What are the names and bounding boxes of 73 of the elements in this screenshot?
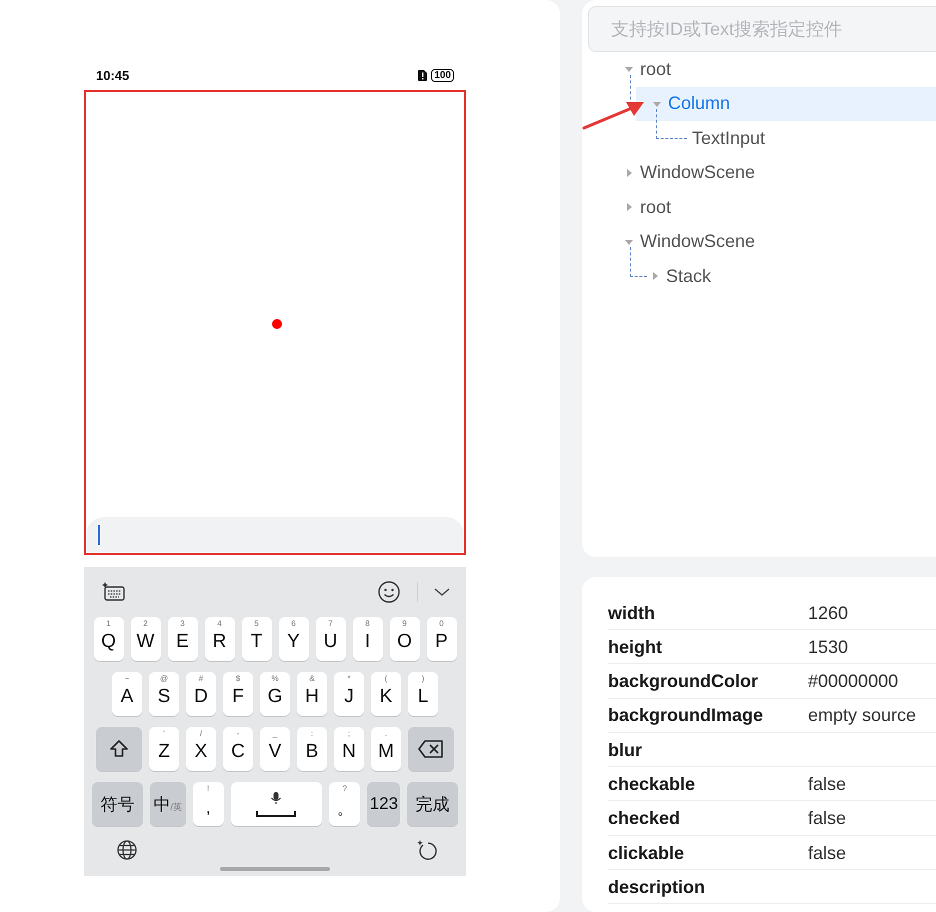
letter-key[interactable]: 7 U: [316, 617, 346, 661]
letter-key[interactable]: 5 T: [242, 617, 272, 661]
letter-key[interactable]: / X: [186, 727, 216, 771]
tree-connector: [630, 247, 647, 277]
collapse-chevron-icon[interactable]: [434, 587, 450, 597]
property-name: height: [608, 636, 663, 658]
letter-key[interactable]: - C: [223, 727, 253, 771]
letter-key[interactable]: 1 Q: [94, 617, 124, 661]
letter-key[interactable]: $ F: [223, 672, 253, 716]
property-name: checked: [608, 808, 682, 830]
letter-key[interactable]: # D: [186, 672, 216, 716]
shift-key[interactable]: [96, 727, 142, 771]
shift-icon: [109, 739, 129, 759]
lang-key[interactable]: 中/英: [150, 782, 186, 826]
letter-key[interactable]: ' Z: [149, 727, 179, 771]
tree-row[interactable]: TextInput: [588, 121, 936, 156]
letter-key[interactable]: 9 O: [390, 617, 420, 661]
punct-key[interactable]: ? 。: [329, 782, 360, 826]
backspace-key[interactable]: [408, 727, 454, 771]
search-field[interactable]: 支持按ID或Text搜索指定控件: [588, 6, 936, 52]
property-name: clickable: [608, 842, 686, 864]
letter-key[interactable]: _ V: [260, 727, 290, 771]
text-input-field[interactable]: [86, 517, 464, 553]
space-key[interactable]: [230, 782, 322, 826]
property-name: checkable: [608, 774, 696, 795]
property-value: false: [808, 774, 846, 795]
property-value: empty source: [808, 705, 916, 726]
property-value: #00000000: [808, 671, 898, 692]
letter-key[interactable]: ; N: [334, 727, 364, 771]
property-name: description: [608, 876, 706, 898]
battery-indicator: 100: [431, 68, 454, 82]
letter-key[interactable]: 3 E: [168, 617, 198, 661]
numbers-key[interactable]: 123: [367, 782, 400, 826]
touch-point-marker: [272, 319, 282, 329]
letter-key[interactable]: 4 R: [204, 617, 234, 661]
property-value: false: [808, 842, 846, 864]
letter-key[interactable]: ( K: [371, 672, 401, 716]
undo-sparkle-icon[interactable]: [416, 839, 438, 861]
property-value: 1260: [808, 602, 848, 624]
tree-row[interactable]: root: [588, 190, 936, 224]
status-time: 10:45: [96, 68, 130, 82]
selected-tree-row[interactable]: Column: [636, 86, 936, 121]
letter-key[interactable]: 8 I: [352, 617, 382, 661]
symbols-key[interactable]: 符号: [92, 782, 143, 826]
letter-key[interactable]: : B: [297, 727, 327, 771]
letter-key[interactable]: & H: [297, 672, 327, 716]
property-name: backgroundColor: [608, 671, 760, 692]
property-name: width: [608, 602, 656, 624]
tree-connector: [656, 109, 687, 139]
letter-key[interactable]: % G: [260, 672, 290, 716]
letter-key[interactable]: 0 P: [426, 617, 456, 661]
letter-key[interactable]: 2 W: [130, 617, 160, 661]
property-value: false: [808, 808, 846, 830]
tree-row[interactable]: root: [588, 52, 936, 86]
done-key[interactable]: 完成: [407, 782, 458, 826]
property-value: 1530: [808, 636, 848, 658]
letter-key[interactable]: ~ A: [112, 672, 142, 716]
letter-key[interactable]: . M: [371, 727, 401, 771]
property-name: backgroundImage: [608, 705, 764, 726]
backspace-icon: [418, 740, 444, 758]
letter-key[interactable]: @ S: [149, 672, 179, 716]
tree-row[interactable]: WindowScene: [588, 156, 936, 190]
sim-alert-icon: [418, 70, 428, 80]
property-name: blur: [608, 740, 643, 761]
emoji-icon[interactable]: [377, 580, 401, 604]
tree-row[interactable]: Stack: [588, 259, 936, 294]
letter-key[interactable]: ) L: [408, 672, 438, 716]
keyboard-settings-icon[interactable]: [102, 582, 126, 602]
letter-key[interactable]: 6 Y: [278, 617, 308, 661]
letter-key[interactable]: * J: [334, 672, 364, 716]
punct-key[interactable]: ! ,: [192, 782, 224, 826]
tree-row[interactable]: WindowScene: [588, 224, 936, 259]
globe-icon[interactable]: [116, 839, 138, 861]
